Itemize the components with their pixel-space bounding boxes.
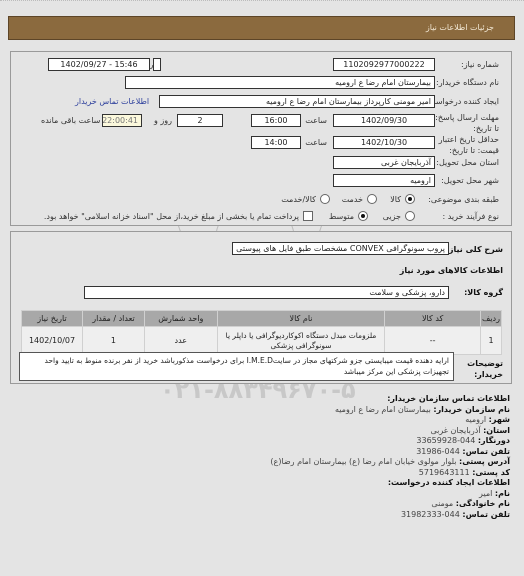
goods-table: ردیف کد کالا نام کالا واحد شمارش تعداد /… bbox=[20, 310, 502, 355]
contact-row: آدرس پستی: بلوار مولوی خیابان امام رضا (… bbox=[270, 457, 510, 466]
response-deadline-time[interactable]: 16:00 bbox=[251, 114, 301, 127]
purchase-process-label: نوع فرآیند خرید : bbox=[442, 212, 499, 221]
cell-quantity: 1 bbox=[82, 326, 145, 355]
category-option-goods: کالا bbox=[390, 195, 401, 204]
time-remaining-label: ساعت باقی مانده bbox=[41, 116, 101, 125]
contact-row: تلفن تماس: 044-31986 bbox=[416, 446, 510, 456]
process-radio-minor[interactable] bbox=[405, 211, 415, 221]
table-row: 1 -- ملزومات مبدل دستگاه اکوکاردیوگرافی … bbox=[20, 326, 502, 355]
col-header-row-number: ردیف bbox=[480, 310, 502, 327]
buyer-notes-label: توضیحات خریدار: bbox=[467, 359, 503, 379]
col-header-need-date: تاریخ نیاز bbox=[20, 310, 84, 327]
days-remaining-field: 2 bbox=[177, 114, 223, 127]
cell-need-date: 1402/10/07 bbox=[20, 326, 84, 355]
col-header-unit: واحد شمارش bbox=[143, 310, 218, 327]
creator-row: نام: امیر bbox=[479, 488, 510, 498]
page-title: جزئیات اطلاعات نیاز bbox=[425, 23, 494, 32]
response-time-label: ساعت bbox=[305, 116, 327, 125]
delivery-city-field[interactable]: ارومیه bbox=[333, 174, 435, 187]
process-radio-medium[interactable] bbox=[358, 211, 368, 221]
process-option-medium: متوسط bbox=[328, 212, 354, 221]
category-label: طبقه بندی موضوعی: bbox=[428, 195, 499, 204]
requester-field[interactable]: امیر مومنی کارپرداز بیمارستان امام رضا ع… bbox=[159, 95, 435, 108]
buyer-org-label: نام دستگاه خریدار: bbox=[436, 78, 499, 87]
cell-row-number: 1 bbox=[480, 326, 502, 355]
goods-group-field[interactable]: دارو، پزشکی و سلامت bbox=[84, 286, 449, 299]
contact-row: دورنگار: 044-33659928 bbox=[416, 436, 510, 445]
buyer-notes-field: ارایه دهنده قیمت میبایستی جزو شرکتهای مج… bbox=[19, 352, 454, 381]
cell-unit: عدد bbox=[143, 326, 218, 355]
buyer-contact-link[interactable]: اطلاعات تماس خریدار bbox=[75, 97, 149, 106]
days-label: روز و bbox=[154, 116, 172, 125]
process-option-minor: جزیی bbox=[382, 212, 401, 221]
buyer-org-field[interactable]: بیمارستان امام رضا ع ارومیه bbox=[125, 76, 435, 89]
goods-panel: شرح کلی نیاز: پروب سونوگرافی CONVEX مشخص… bbox=[10, 231, 512, 384]
contact-row: استان: آذربایجان غربی bbox=[430, 425, 510, 435]
treasury-bonds-checkbox[interactable] bbox=[303, 211, 313, 221]
category-radio-service[interactable] bbox=[367, 194, 377, 204]
contact-row: کد پستی: 5719643111 bbox=[418, 467, 510, 477]
requester-label: ایجاد کننده درخواست: bbox=[425, 97, 499, 106]
contact-info: اطلاعات تماس سازمان خریدار: نام سازمان خ… bbox=[210, 394, 510, 520]
category-option-goods-service: کالا/خدمت bbox=[281, 195, 316, 204]
response-deadline-date[interactable]: 1402/09/30 bbox=[333, 114, 435, 127]
category-radio-goods[interactable] bbox=[405, 194, 415, 204]
time-remaining-field: 22:00:41 bbox=[102, 114, 142, 127]
table-header-row: ردیف کد کالا نام کالا واحد شمارش تعداد /… bbox=[20, 310, 502, 327]
col-header-item-code: کد کالا bbox=[384, 310, 482, 327]
price-validity-label: حداقل تاریخ اعتبار قیمت: تا تاریخ: bbox=[438, 135, 499, 155]
page-header: جزئیات اطلاعات نیاز bbox=[8, 16, 515, 40]
col-header-item-name: نام کالا bbox=[216, 310, 386, 327]
need-number-label: شماره نیاز: bbox=[461, 60, 499, 69]
goods-section-title: اطلاعات کالاهای مورد نیاز bbox=[399, 266, 503, 275]
cell-item-name: ملزومات مبدل دستگاه اکوکاردیوگرافی یا دا… bbox=[216, 326, 386, 355]
price-validity-time-label: ساعت bbox=[305, 138, 327, 147]
need-summary-label: شرح کلی نیاز: bbox=[445, 245, 503, 254]
delivery-city-label: شهر محل تحویل: bbox=[441, 176, 499, 185]
price-validity-time[interactable]: 14:00 bbox=[251, 136, 301, 149]
col-header-quantity: تعداد / مقدار bbox=[82, 310, 145, 327]
price-validity-date[interactable]: 1402/10/30 bbox=[333, 136, 435, 149]
buyer-contact-title: اطلاعات تماس سازمان خریدار: bbox=[387, 394, 510, 403]
creator-row: تلفن تماس: 044-31982333 bbox=[400, 509, 510, 519]
response-deadline-label: مهلت ارسال پاسخ: تا تاریخ: bbox=[435, 113, 499, 133]
announce-datetime-field[interactable]: 1402/09/27 - 15:46 bbox=[48, 58, 150, 71]
need-number-field[interactable]: 1102092977000222 bbox=[333, 58, 435, 71]
category-radio-goods-service[interactable] bbox=[320, 194, 330, 204]
need-summary-field[interactable]: پروب سونوگرافی CONVEX مشخصات طبق فایل ها… bbox=[232, 242, 449, 255]
top-divider bbox=[0, 0, 524, 2]
contact-row: شهر: ارومیه bbox=[465, 415, 510, 424]
cell-item-code: -- bbox=[384, 326, 482, 355]
creator-row: نام خانوادگی: مومنی bbox=[431, 499, 510, 508]
treasury-bonds-label: پرداخت تمام یا بخشی از مبلغ خرید،از محل … bbox=[43, 212, 299, 221]
category-option-service: خدمت bbox=[341, 195, 363, 204]
goods-group-label: گروه کالا: bbox=[464, 288, 503, 297]
delivery-province-field[interactable]: آذربایجان غربی bbox=[333, 156, 435, 169]
creator-contact-title: اطلاعات ایجاد کننده درخواست: bbox=[387, 478, 510, 487]
contact-row: نام سازمان خریدار: بیمارستان امام رضا ع … bbox=[334, 404, 510, 414]
delivery-province-label: استان محل تحویل: bbox=[436, 158, 499, 167]
need-details-panel: شماره نیاز: 1102092977000222 تاریخ و ساع… bbox=[10, 51, 512, 226]
